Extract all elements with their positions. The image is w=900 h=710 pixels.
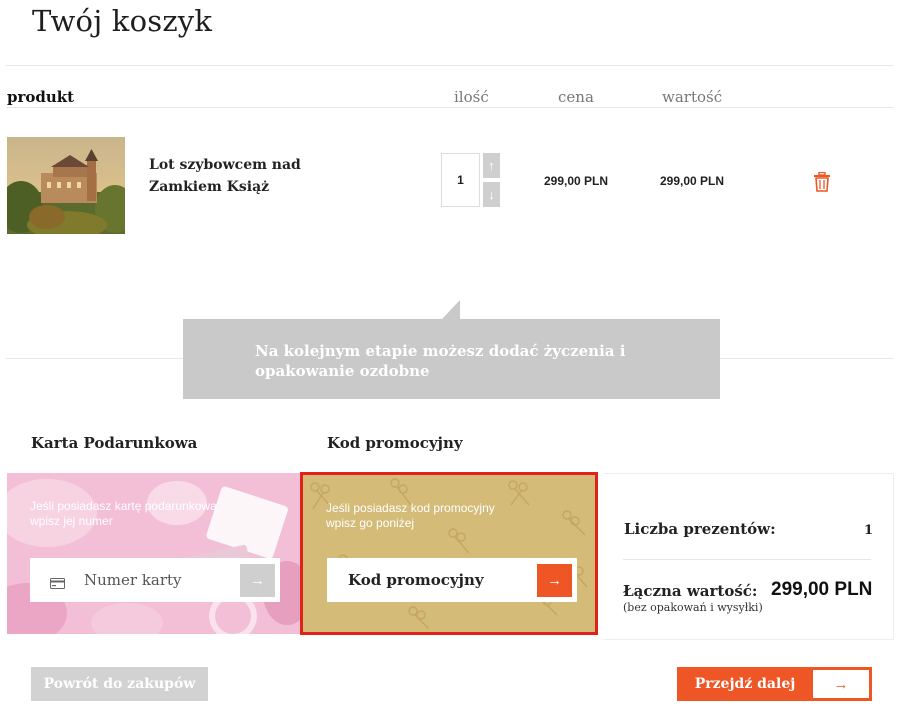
- promo-code-description: Jeśli posiadasz kod promocyjny wpisz go …: [326, 501, 495, 530]
- tooltip-message: Na kolejnym etapie możesz dodać życzenia…: [183, 319, 720, 399]
- promo-code-title: Kod promocyjny: [327, 434, 463, 452]
- arrow-down-icon: ↓: [488, 187, 495, 202]
- back-to-shopping-button[interactable]: Powrót do zakupów: [31, 667, 208, 701]
- trash-icon[interactable]: [813, 171, 831, 192]
- product-image[interactable]: [7, 137, 125, 234]
- gift-card-input[interactable]: [84, 558, 234, 602]
- summary-divider: [623, 559, 871, 560]
- promo-code-field: →: [327, 558, 577, 602]
- total-note: (bez opakowań i wysyłki): [623, 601, 763, 614]
- product-name[interactable]: Lot szybowcem nad Zamkiem Książ: [149, 154, 339, 198]
- credit-card-icon: [50, 574, 65, 589]
- item-price: 299,00 PLN: [544, 174, 609, 188]
- gift-card-field: →: [30, 558, 280, 602]
- column-header-quantity: ilość: [454, 88, 489, 106]
- order-summary-panel: [604, 473, 894, 640]
- gift-card-panel: [7, 473, 303, 634]
- tooltip-arrow: [442, 300, 460, 319]
- quantity-decrease-button[interactable]: ↓: [483, 182, 500, 207]
- header-divider: [6, 65, 894, 66]
- arrow-right-icon: →: [547, 572, 562, 589]
- page-title: Twój koszyk: [32, 4, 213, 38]
- promo-code-submit-button[interactable]: →: [537, 564, 572, 597]
- gift-count-value: 1: [864, 523, 874, 538]
- arrow-up-icon: ↑: [488, 158, 495, 173]
- column-header-product: produkt: [7, 88, 75, 106]
- item-value: 299,00 PLN: [660, 174, 725, 188]
- quantity-increase-button[interactable]: ↑: [483, 153, 500, 178]
- table-header-divider: [6, 107, 894, 108]
- next-step-button[interactable]: Przejdź dalej →: [677, 667, 872, 701]
- arrow-right-icon: →: [250, 572, 265, 589]
- gift-card-description: Jeśli posiadasz kartę podarunkową, wpisz…: [30, 499, 221, 528]
- total-value: 299,00 PLN: [771, 579, 873, 600]
- next-step-label: Przejdź dalej: [694, 676, 796, 692]
- total-label: Łączna wartość:: [623, 582, 758, 600]
- promo-code-input[interactable]: [348, 558, 528, 602]
- promo-code-panel: [300, 472, 598, 635]
- quantity-input[interactable]: 1: [441, 153, 480, 207]
- arrow-right-icon: →: [813, 670, 869, 698]
- column-header-price: cena: [558, 88, 594, 106]
- column-header-value: wartość: [662, 88, 723, 106]
- gift-card-title: Karta Podarunkowa: [31, 434, 198, 452]
- gift-count-label: Liczba prezentów:: [624, 520, 776, 538]
- gift-card-submit-button[interactable]: →: [240, 564, 275, 597]
